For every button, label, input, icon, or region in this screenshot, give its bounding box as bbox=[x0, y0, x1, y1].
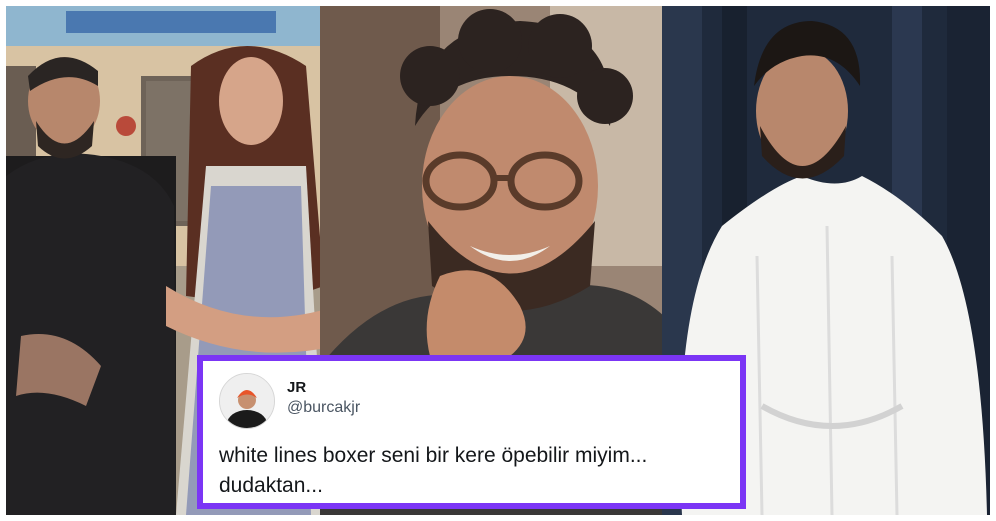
tweet-text-line-2: dudaktan... bbox=[219, 474, 323, 497]
user-avatar[interactable] bbox=[219, 373, 275, 429]
user-handle[interactable]: @burcakjr bbox=[287, 399, 360, 417]
tweet-text-line-1: white lines boxer seni bir kere öpebilir… bbox=[219, 444, 648, 467]
collage-canvas: JR @burcakjr white lines boxer seni bir … bbox=[0, 0, 996, 521]
tweet-card: JR @burcakjr white lines boxer seni bir … bbox=[197, 355, 746, 509]
tweet-text: white lines boxer seni bir kere öpebilir… bbox=[219, 441, 739, 501]
display-name[interactable]: JR bbox=[287, 379, 306, 396]
